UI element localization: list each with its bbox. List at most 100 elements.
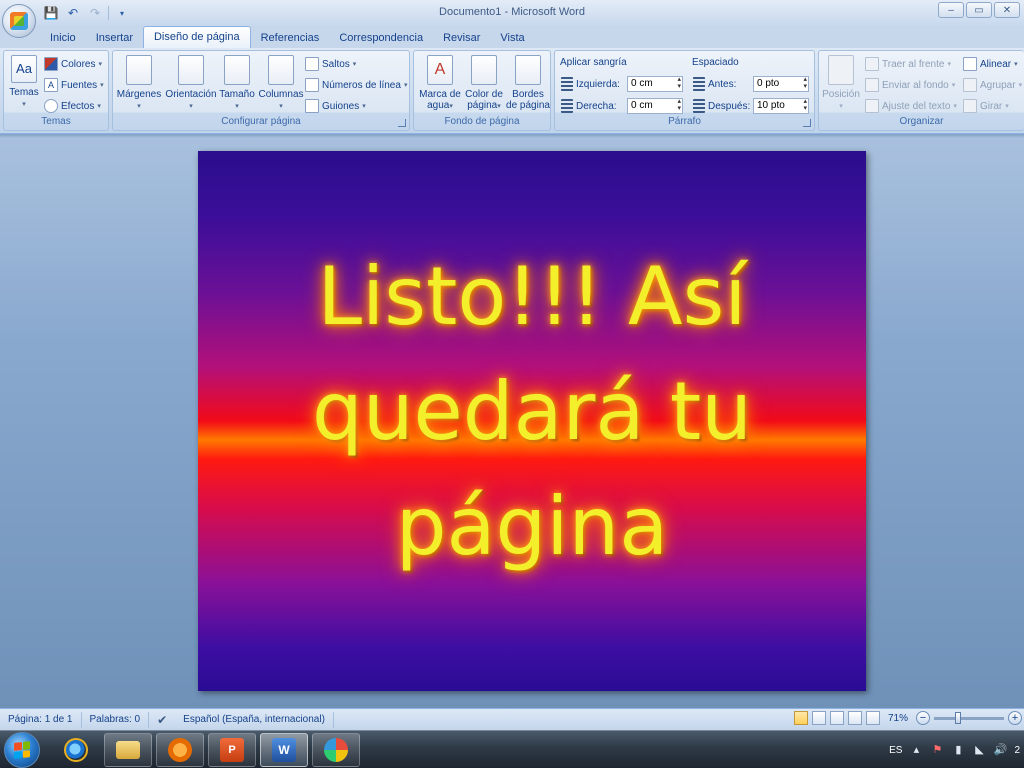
maximize-button[interactable]: ▭ — [966, 2, 992, 18]
chevron-down-icon: ▾ — [1014, 61, 1018, 68]
tab-diseno-de-pagina[interactable]: Diseño de página — [142, 26, 251, 48]
document-line-3: página — [395, 480, 669, 573]
proofing-check-icon[interactable]: ✔ — [149, 713, 175, 727]
word-count[interactable]: Palabras: 0 — [82, 711, 150, 728]
close-button[interactable]: ✕ — [994, 2, 1020, 18]
zoom-slider[interactable] — [934, 711, 1004, 724]
zoom-in-icon[interactable]: + — [1008, 711, 1022, 725]
bordes-de-pagina-button[interactable]: Bordes de página — [504, 55, 552, 111]
izquierda-label: Izquierda: — [576, 78, 620, 90]
orientacion-label: Orientación — [165, 89, 217, 100]
bordes-label-2: de página — [506, 100, 550, 111]
temas-label: Temas — [9, 87, 39, 98]
dialog-launcher-icon[interactable] — [398, 119, 406, 127]
antes-label: Antes: — [708, 78, 737, 90]
tab-referencias[interactable]: Referencias — [251, 28, 330, 48]
chevron-down-icon: ▾ — [189, 103, 193, 110]
group-label-fondo: Fondo de página — [444, 116, 520, 127]
office-button[interactable] — [2, 4, 36, 38]
agrupar-button[interactable]: Agrupar ▾ — [963, 76, 1022, 94]
windows-taskbar: P W ES ▴ ⚑ ▮ ◣ 🔊 2 — [0, 730, 1024, 768]
zoom-slider-thumb[interactable] — [954, 711, 961, 724]
columns-icon — [268, 55, 294, 85]
enviar-al-fondo-button[interactable]: Enviar al fondo ▾ — [865, 76, 955, 94]
ajuste-label: Ajuste del texto — [882, 100, 951, 112]
power-icon[interactable]: ▮ — [951, 743, 965, 757]
spacing-after-row: Después: 10 pto — [693, 97, 809, 115]
taskbar-word[interactable]: W — [260, 733, 308, 767]
numeros-de-linea-button[interactable]: Números de línea ▾ — [305, 76, 407, 94]
color-de-pagina-button[interactable]: Color de página▾ — [460, 55, 508, 112]
zoom-out-icon[interactable]: − — [916, 711, 930, 725]
chevron-down-icon: ▾ — [100, 82, 104, 89]
ajuste-del-texto-button[interactable]: Ajuste del texto ▾ — [865, 97, 957, 115]
ribbon-shadow — [0, 134, 1024, 138]
colores-button[interactable]: Colores ▾ — [44, 55, 102, 73]
show-hidden-icons-icon[interactable]: ▴ — [909, 743, 923, 757]
guiones-button[interactable]: Guiones ▾ — [305, 97, 366, 115]
posicion-button[interactable]: Posición ▾ — [819, 55, 863, 112]
themes-icon: Aa — [11, 55, 37, 83]
indent-left-input[interactable]: 0 cm — [627, 76, 683, 92]
fuentes-button[interactable]: A Fuentes ▾ — [44, 76, 104, 94]
tab-correspondencia[interactable]: Correspondencia — [329, 28, 433, 48]
dialog-launcher-icon[interactable] — [803, 119, 811, 127]
fonts-icon: A — [44, 78, 58, 92]
columnas-button[interactable]: Columnas ▾ — [257, 55, 305, 112]
chevron-down-icon: ▾ — [953, 103, 957, 110]
spacing-before-input[interactable]: 0 pto — [753, 76, 809, 92]
breaks-icon — [305, 57, 319, 71]
volume-icon[interactable]: 🔊 — [993, 743, 1008, 757]
full-screen-reading-view-icon[interactable] — [812, 711, 826, 725]
efectos-button[interactable]: Efectos ▾ — [44, 97, 101, 115]
minimize-button[interactable]: – — [938, 2, 964, 18]
despues-label: Después: — [708, 100, 751, 112]
orientacion-button[interactable]: Orientación ▾ — [163, 55, 219, 112]
traer-label: Traer al frente — [882, 58, 945, 70]
taskbar-file-explorer[interactable] — [104, 733, 152, 767]
draft-view-icon[interactable] — [866, 711, 880, 725]
taskbar-paint[interactable] — [312, 733, 360, 767]
web-layout-view-icon[interactable] — [830, 711, 844, 725]
taskbar-media-player[interactable] — [156, 733, 204, 767]
tab-inicio[interactable]: Inicio — [40, 28, 86, 48]
marca-de-agua-button[interactable]: A Marca de agua▾ — [416, 55, 464, 112]
alinear-button[interactable]: Alinear ▾ — [963, 55, 1018, 73]
tamano-button[interactable]: Tamaño ▾ — [217, 55, 257, 112]
temas-button[interactable]: Aa Temas ▾ — [4, 55, 44, 110]
document-text: Listo!!! Así quedará tu página — [198, 239, 866, 584]
action-center-flag-icon[interactable]: ⚑ — [930, 743, 944, 757]
saltos-button[interactable]: Saltos ▾ — [305, 55, 356, 73]
outline-view-icon[interactable] — [848, 711, 862, 725]
page-count[interactable]: Página: 1 de 1 — [0, 711, 82, 728]
start-button[interactable] — [4, 732, 40, 768]
tab-revisar[interactable]: Revisar — [433, 28, 490, 48]
indent-right-row: Derecha: 0 cm — [561, 97, 683, 115]
tab-vista[interactable]: Vista — [490, 28, 534, 48]
margenes-button[interactable]: Márgenes ▾ — [115, 55, 163, 112]
document-page[interactable]: Listo!!! Así quedará tu página — [198, 151, 866, 691]
taskbar-internet-explorer[interactable] — [52, 733, 100, 767]
group-label-parrafo: Párrafo — [668, 116, 701, 127]
print-layout-view-icon[interactable] — [794, 711, 808, 725]
indent-right-input[interactable]: 0 cm — [627, 98, 683, 114]
traer-al-frente-button[interactable]: Traer al frente ▾ — [865, 55, 951, 73]
tab-insertar[interactable]: Insertar — [86, 28, 143, 48]
media-player-icon — [168, 738, 192, 762]
columnas-label: Columnas — [258, 89, 304, 100]
word-icon: W — [272, 738, 296, 762]
girar-button[interactable]: Girar ▾ — [963, 97, 1009, 115]
saltos-label: Saltos — [322, 58, 350, 70]
spacing-after-input[interactable]: 10 pto — [753, 98, 809, 114]
page-color-icon — [471, 55, 497, 85]
guiones-label: Guiones — [322, 100, 360, 112]
window-controls: – ▭ ✕ — [938, 2, 1020, 18]
zoom-level[interactable]: 71% — [884, 713, 912, 724]
margenes-label: Márgenes — [116, 89, 162, 100]
network-signal-icon[interactable]: ◣ — [972, 743, 986, 757]
language-indicator[interactable]: ES — [889, 745, 902, 756]
language-status[interactable]: Español (España, internacional) — [175, 711, 334, 728]
clock-partial[interactable]: 2 — [1014, 745, 1020, 756]
color-label-1: Color de — [465, 89, 503, 100]
taskbar-powerpoint[interactable]: P — [208, 733, 256, 767]
